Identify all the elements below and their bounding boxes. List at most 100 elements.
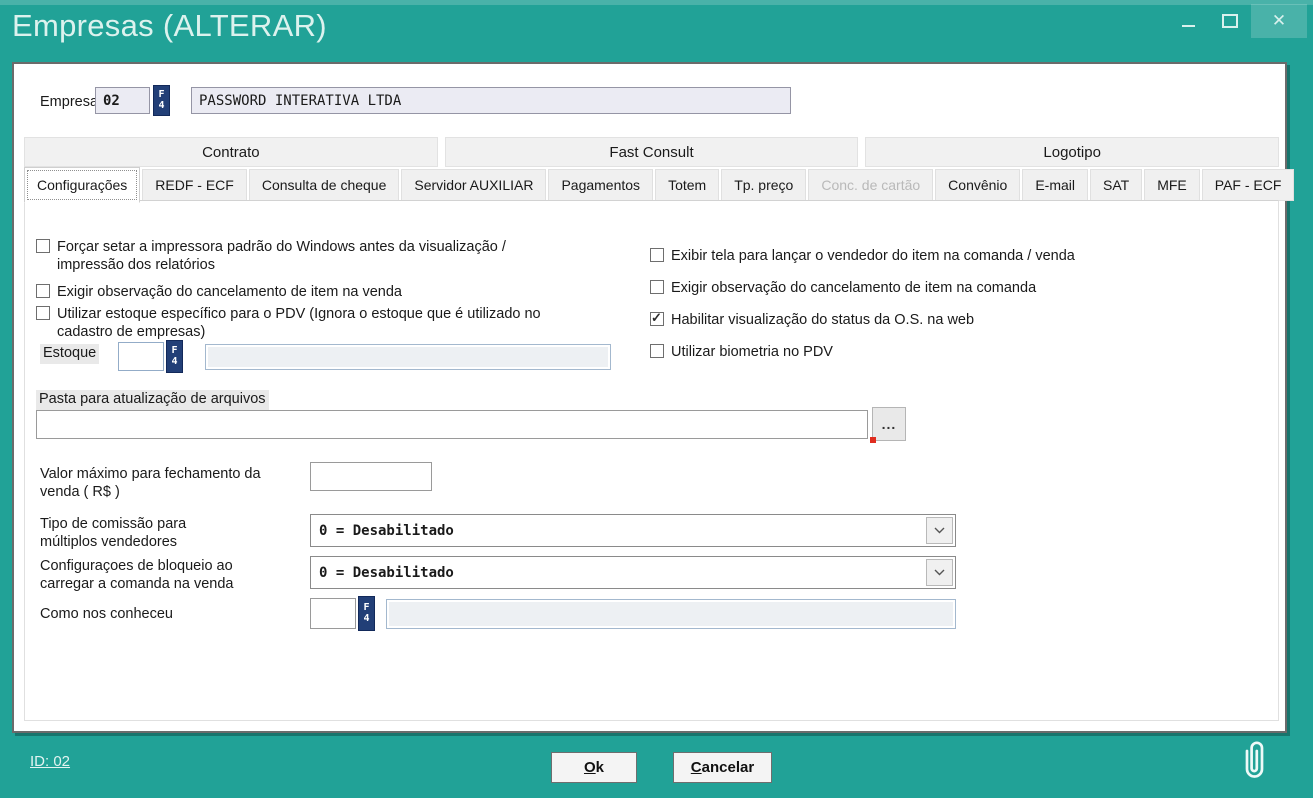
maximize-button[interactable] (1209, 4, 1251, 38)
tab-label: REDF - ECF (155, 177, 234, 193)
f4-bottom: 4 (171, 357, 177, 368)
pasta-label: Pasta para atualização de arquivos (36, 390, 269, 410)
como-conheceu-code-field[interactable] (310, 598, 356, 629)
tipo-comissao-dropdown[interactable]: 0 = Desabilitado (310, 514, 956, 547)
paperclip-icon (1238, 738, 1270, 791)
tab-label: Servidor AUXILIAR (414, 177, 533, 193)
estoque-code-field[interactable] (118, 342, 164, 371)
tab-label: SAT (1103, 177, 1129, 193)
window-title: Empresas (ALTERAR) (12, 8, 327, 44)
checkbox-row[interactable]: Forçar setar a impressora padrão do Wind… (36, 238, 576, 274)
tab-label: Consulta de cheque (262, 177, 387, 193)
empresa-code-field[interactable]: 02 (95, 87, 150, 114)
main-tab[interactable]: E-mail (1022, 169, 1088, 201)
cancel-button[interactable]: Cancelar (673, 752, 772, 783)
checkbox-label: Utilizar estoque específico para o PDV (… (57, 305, 576, 341)
estoque-name-field (205, 344, 611, 370)
main-tab[interactable]: Consulta de cheque (249, 169, 400, 201)
ok-button[interactable]: Ok (551, 752, 637, 783)
top-tab-row: Contrato Fast Consult Logotipo (24, 137, 1279, 167)
como-conheceu-label: Como nos conheceu (40, 606, 173, 624)
cancel-accel: C (691, 759, 702, 776)
tab-label: Logotipo (1043, 144, 1101, 161)
main-tab[interactable]: MFE (1144, 169, 1200, 201)
ok-rest: k (596, 759, 604, 776)
top-tab[interactable]: Contrato (24, 137, 438, 167)
checkbox-label: Habilitar visualização do status da O.S.… (671, 311, 974, 329)
checkbox-row[interactable]: Utilizar biometria no PDV (650, 343, 1250, 361)
main-tab[interactable]: Tp. preço (721, 169, 806, 201)
minimize-icon (1182, 25, 1195, 27)
checkbox-row[interactable]: Exigir observação do cancelamento de ite… (650, 279, 1250, 297)
empresa-label: Empresa (40, 94, 98, 112)
checkbox-column-left: Forçar setar a impressora padrão do Wind… (36, 238, 576, 350)
main-tab[interactable]: Convênio (935, 169, 1020, 201)
checkbox-label: Exigir observação do cancelamento de ite… (671, 279, 1036, 297)
checkbox[interactable] (36, 239, 50, 253)
main-tab[interactable]: Totem (655, 169, 719, 201)
empresa-f4-button[interactable]: F4 (153, 85, 170, 116)
main-tab[interactable]: REDF - ECF (142, 169, 247, 201)
f4-top: F (158, 90, 164, 101)
valor-maximo-label: Valor máximo para fechamento da venda ( … (40, 466, 265, 501)
como-conheceu-f4-button[interactable]: F4 (358, 596, 375, 631)
ok-accel: O (584, 759, 596, 776)
tab-label: Totem (668, 177, 706, 193)
chevron-down-icon[interactable] (926, 559, 953, 586)
tab-label: MFE (1157, 177, 1187, 193)
checkbox[interactable] (650, 344, 664, 358)
close-icon: ✕ (1272, 11, 1286, 31)
red-marker (870, 437, 876, 443)
tab-label: E-mail (1035, 177, 1075, 193)
f4-bottom: 4 (158, 101, 164, 112)
maximize-icon (1222, 14, 1238, 28)
bloqueio-comanda-dropdown[interactable]: 0 = Desabilitado (310, 556, 956, 589)
tab-label: Configurações (37, 177, 127, 193)
record-id-link[interactable]: ID: 02 (30, 753, 70, 770)
estoque-label: Estoque (40, 344, 99, 364)
main-tab-row: Configurações REDF - ECF Consulta de che… (24, 169, 1279, 201)
browse-button[interactable]: ... (872, 407, 906, 441)
valor-maximo-input[interactable] (310, 462, 432, 491)
main-tab: Conc. de cartão (808, 169, 933, 201)
checkbox-label: Forçar setar a impressora padrão do Wind… (57, 238, 576, 274)
checkbox[interactable] (650, 280, 664, 294)
tab-label: Fast Consult (609, 144, 693, 161)
checkbox-row[interactable]: ✓ Habilitar visualização do status da O.… (650, 311, 1250, 329)
tab-label: Tp. preço (734, 177, 793, 193)
checkbox[interactable] (36, 306, 50, 320)
f4-bottom: 4 (363, 614, 369, 625)
window-controls: ✕ (1167, 4, 1307, 38)
main-tab[interactable]: Servidor AUXILIAR (401, 169, 546, 201)
chevron-down-icon[interactable] (926, 517, 953, 544)
pasta-input[interactable] (36, 410, 868, 439)
main-tab[interactable]: SAT (1090, 169, 1142, 201)
empresa-name-field[interactable]: PASSWORD INTERATIVA LTDA (191, 87, 791, 114)
como-conheceu-name-field (386, 599, 956, 629)
f4-top: F (363, 603, 369, 614)
bloqueio-comanda-label: Configuraçoes de bloqueio ao carregar a … (40, 558, 255, 593)
empresas-window: Empresas (ALTERAR) ✕ Empresa 02 F4 PASSW… (0, 0, 1313, 798)
checkbox-row[interactable]: Exibir tela para lançar o vendedor do it… (650, 247, 1250, 265)
main-panel: Empresa 02 F4 PASSWORD INTERATIVA LTDA C… (12, 62, 1287, 733)
checkbox[interactable] (650, 248, 664, 262)
top-tab[interactable]: Logotipo (865, 137, 1279, 167)
check-icon: ✓ (651, 310, 662, 326)
tab-label: Convênio (948, 177, 1007, 193)
checkbox-label: Utilizar biometria no PDV (671, 343, 833, 361)
minimize-button[interactable] (1167, 4, 1209, 38)
main-tab[interactable]: Configurações (24, 167, 140, 203)
tab-label: PAF - ECF (1215, 177, 1282, 193)
checkbox-row[interactable]: Utilizar estoque específico para o PDV (… (36, 305, 576, 341)
main-tab[interactable]: Pagamentos (548, 169, 653, 201)
close-button[interactable]: ✕ (1251, 4, 1307, 38)
tipo-comissao-label: Tipo de comissão para múltiplos vendedor… (40, 516, 220, 551)
checkbox[interactable] (36, 284, 50, 298)
dropdown-value: 0 = Desabilitado (311, 523, 924, 539)
checkbox[interactable]: ✓ (650, 312, 664, 326)
main-tab[interactable]: PAF - ECF (1202, 169, 1295, 201)
checkbox-row[interactable]: Exigir observação do cancelamento de ite… (36, 283, 576, 301)
top-tab[interactable]: Fast Consult (445, 137, 859, 167)
f4-top: F (171, 346, 177, 357)
estoque-f4-button[interactable]: F4 (166, 340, 183, 373)
